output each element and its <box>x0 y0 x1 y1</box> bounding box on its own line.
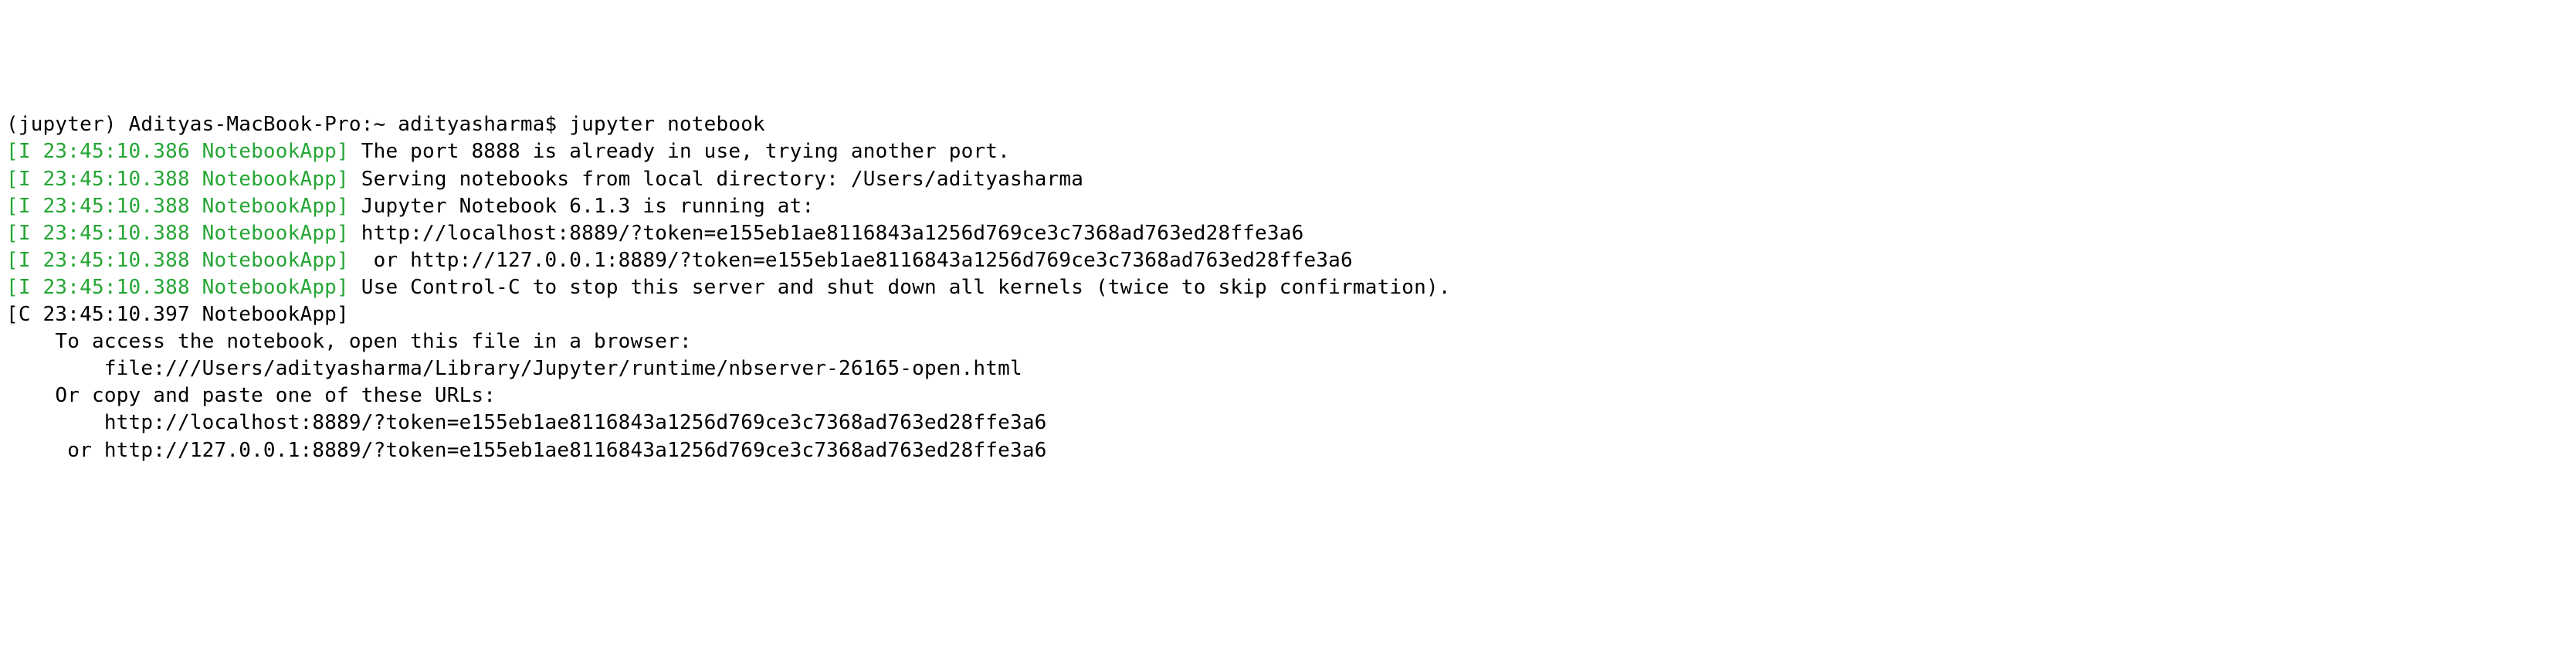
log-message: Serving notebooks from local directory: … <box>349 168 1083 191</box>
log-line-2: [I 23:45:10.388 NotebookApp] Serving not… <box>6 166 2570 193</box>
log-line-4: [I 23:45:10.388 NotebookApp] http://loca… <box>6 220 2570 247</box>
log-line-6: [I 23:45:10.388 NotebookApp] Use Control… <box>6 274 2570 301</box>
log-line-7: [C 23:45:10.397 NotebookApp] <box>6 301 2570 328</box>
log-prefix: [C 23:45:10.397 NotebookApp] <box>6 303 349 326</box>
log-prefix: [I 23:45:10.388 NotebookApp] <box>6 168 349 191</box>
log-message: The port 8888 is already in use, trying … <box>349 140 1010 163</box>
log-prefix: [I 23:45:10.388 NotebookApp] <box>6 249 349 272</box>
log-prefix: [I 23:45:10.388 NotebookApp] <box>6 222 349 245</box>
log-prefix: [I 23:45:10.388 NotebookApp] <box>6 195 349 218</box>
instruction-line-4: http://localhost:8889/?token=e155eb1ae81… <box>6 409 2570 437</box>
instruction-line-3: Or copy and paste one of these URLs: <box>6 382 2570 409</box>
terminal-output: (jupyter) Adityas-MacBook-Pro:~ adityash… <box>6 111 2570 464</box>
instruction-line-5: or http://127.0.0.1:8889/?token=e155eb1a… <box>6 437 2570 464</box>
log-message: Jupyter Notebook 6.1.3 is running at: <box>349 195 814 218</box>
log-line-5: [I 23:45:10.388 NotebookApp] or http://1… <box>6 247 2570 274</box>
log-prefix: [I 23:45:10.386 NotebookApp] <box>6 140 349 163</box>
instruction-line-1: To access the notebook, open this file i… <box>6 328 2570 355</box>
log-line-3: [I 23:45:10.388 NotebookApp] Jupyter Not… <box>6 193 2570 220</box>
log-prefix: [I 23:45:10.388 NotebookApp] <box>6 276 349 299</box>
log-line-1: [I 23:45:10.386 NotebookApp] The port 88… <box>6 138 2570 165</box>
prompt-line: (jupyter) Adityas-MacBook-Pro:~ adityash… <box>6 111 2570 138</box>
instruction-line-2: file:///Users/adityasharma/Library/Jupyt… <box>6 355 2570 382</box>
log-message: or http://127.0.0.1:8889/?token=e155eb1a… <box>349 249 1353 272</box>
log-message: http://localhost:8889/?token=e155eb1ae81… <box>349 222 1304 245</box>
log-message: Use Control-C to stop this server and sh… <box>349 276 1451 299</box>
